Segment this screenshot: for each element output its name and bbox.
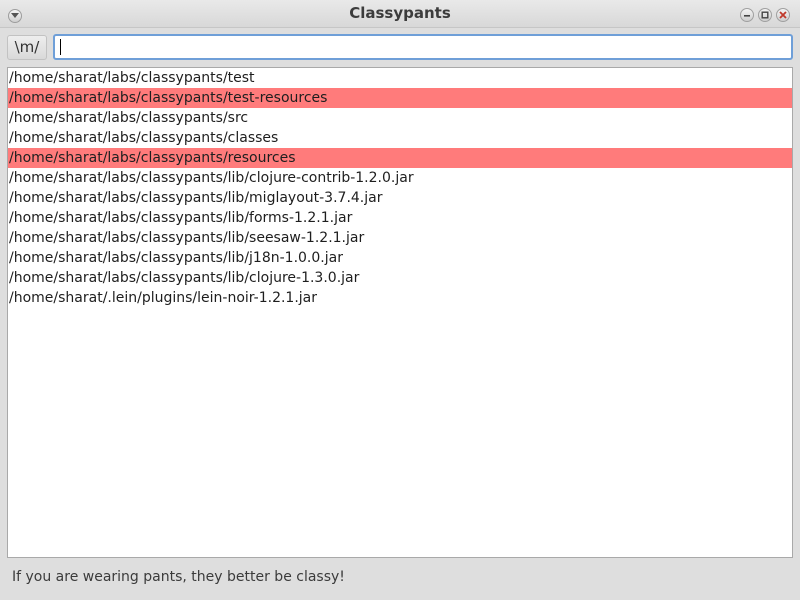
title-bar: Classypants	[0, 0, 800, 28]
minimize-button[interactable]	[740, 8, 754, 22]
text-caret	[60, 39, 61, 55]
list-item[interactable]: /home/sharat/labs/classypants/test-resou…	[8, 88, 792, 108]
list-item[interactable]: /home/sharat/labs/classypants/resources	[8, 148, 792, 168]
list-item[interactable]: /home/sharat/labs/classypants/lib/seesaw…	[8, 228, 792, 248]
list-item[interactable]: /home/sharat/labs/classypants/classes	[8, 128, 792, 148]
maximize-button[interactable]	[758, 8, 772, 22]
list-item[interactable]: /home/sharat/labs/classypants/lib/forms-…	[8, 208, 792, 228]
list-item[interactable]: /home/sharat/labs/classypants/lib/clojur…	[8, 268, 792, 288]
app-window: Classypants \m/ /home/sharat/labs/classy…	[0, 0, 800, 600]
classpath-list[interactable]: /home/sharat/labs/classypants/test/home/…	[7, 67, 793, 558]
regex-toggle-button[interactable]: \m/	[7, 35, 47, 60]
list-item[interactable]: /home/sharat/labs/classypants/test	[8, 68, 792, 88]
search-input[interactable]	[53, 34, 793, 60]
close-icon	[779, 11, 787, 19]
maximize-icon	[761, 11, 769, 19]
close-button[interactable]	[776, 8, 790, 22]
status-message: If you are wearing pants, they better be…	[12, 569, 345, 585]
list-item[interactable]: /home/sharat/labs/classypants/lib/clojur…	[8, 168, 792, 188]
list-item[interactable]: /home/sharat/.lein/plugins/lein-noir-1.2…	[8, 288, 792, 308]
window-title: Classypants	[349, 4, 451, 22]
list-item[interactable]: /home/sharat/labs/classypants/lib/miglay…	[8, 188, 792, 208]
list-item[interactable]: /home/sharat/labs/classypants/src	[8, 108, 792, 128]
minimize-icon	[744, 15, 750, 17]
list-item[interactable]: /home/sharat/labs/classypants/lib/j18n-1…	[8, 248, 792, 268]
